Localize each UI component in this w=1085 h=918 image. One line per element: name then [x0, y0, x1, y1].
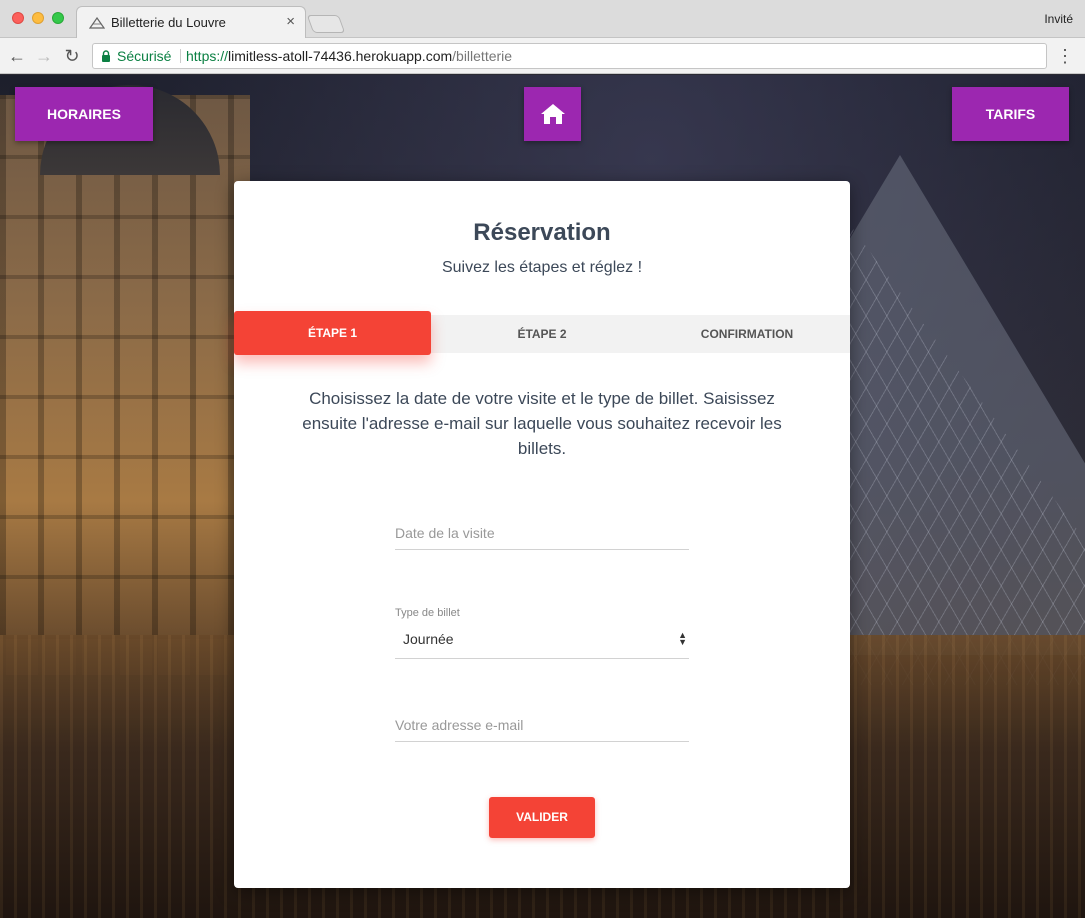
address-bar[interactable]: Sécurisé https://limitless-atoll-74436.h…	[92, 43, 1047, 69]
browser-tab[interactable]: Billetterie du Louvre ×	[76, 6, 306, 38]
url-host: limitless-atoll-74436.herokuapp.com	[228, 48, 453, 64]
reservation-card: Réservation Suivez les étapes et réglez …	[234, 181, 850, 888]
horaires-button[interactable]: HORAIRES	[15, 87, 153, 141]
browser-menu-icon[interactable]: ⋮	[1055, 44, 1075, 68]
steps-tabs: ÉTAPE 2 CONFIRMATION ÉTAPE 1	[234, 311, 850, 355]
intro-text: Choisissez la date de votre visite et le…	[302, 389, 782, 458]
browser-toolbar: ← → ↻ Sécurisé https://limitless-atoll-7…	[0, 38, 1085, 74]
profile-label[interactable]: Invité	[1044, 12, 1073, 26]
secure-label: Sécurisé	[117, 48, 172, 64]
email-field	[395, 707, 689, 742]
close-window-button[interactable]	[12, 12, 24, 24]
submit-button[interactable]: VALIDER	[489, 797, 595, 838]
back-icon[interactable]: ←	[5, 44, 29, 68]
page-subtitle: Suivez les étapes et réglez !	[441, 259, 643, 276]
tab-etape-1[interactable]: ÉTAPE 1	[234, 311, 431, 355]
date-input[interactable]	[395, 515, 689, 541]
lock-icon	[102, 50, 110, 62]
forward-icon[interactable]: →	[32, 44, 56, 68]
louvre-favicon-icon	[89, 17, 105, 29]
page-viewport: HORAIRES TARIFS Réservation Suivez les é…	[0, 75, 1085, 918]
ticket-type-label: Type de billet	[395, 607, 460, 619]
new-tab-button[interactable]	[306, 15, 346, 33]
tab-title: Billetterie du Louvre	[111, 15, 226, 30]
reload-icon[interactable]: ↻	[60, 44, 84, 68]
date-field	[395, 515, 689, 550]
home-button[interactable]	[524, 87, 581, 141]
url-text: https://limitless-atoll-74436.herokuapp.…	[186, 44, 512, 68]
select-arrows-icon: ▲ ▼	[678, 630, 687, 647]
url-scheme: https://	[186, 48, 229, 64]
url-path: /billetterie	[452, 48, 513, 64]
page-title: Réservation	[473, 219, 611, 246]
maximize-window-button[interactable]	[52, 12, 64, 24]
tab-etape-2[interactable]: ÉTAPE 2	[444, 315, 640, 353]
address-separator	[180, 49, 181, 63]
background-louvre-palace	[0, 95, 250, 675]
ticket-type-select[interactable]: Journée	[403, 631, 454, 647]
home-icon	[541, 104, 565, 124]
tab-close-icon[interactable]: ×	[286, 13, 295, 30]
email-input[interactable]	[395, 707, 689, 733]
browser-tab-bar: Billetterie du Louvre × Invité	[0, 0, 1085, 38]
tarifs-button[interactable]: TARIFS	[952, 87, 1069, 141]
minimize-window-button[interactable]	[32, 12, 44, 24]
tab-confirmation[interactable]: CONFIRMATION	[644, 315, 850, 353]
ticket-type-field[interactable]: Type de billet Journée ▲ ▼	[395, 605, 689, 659]
